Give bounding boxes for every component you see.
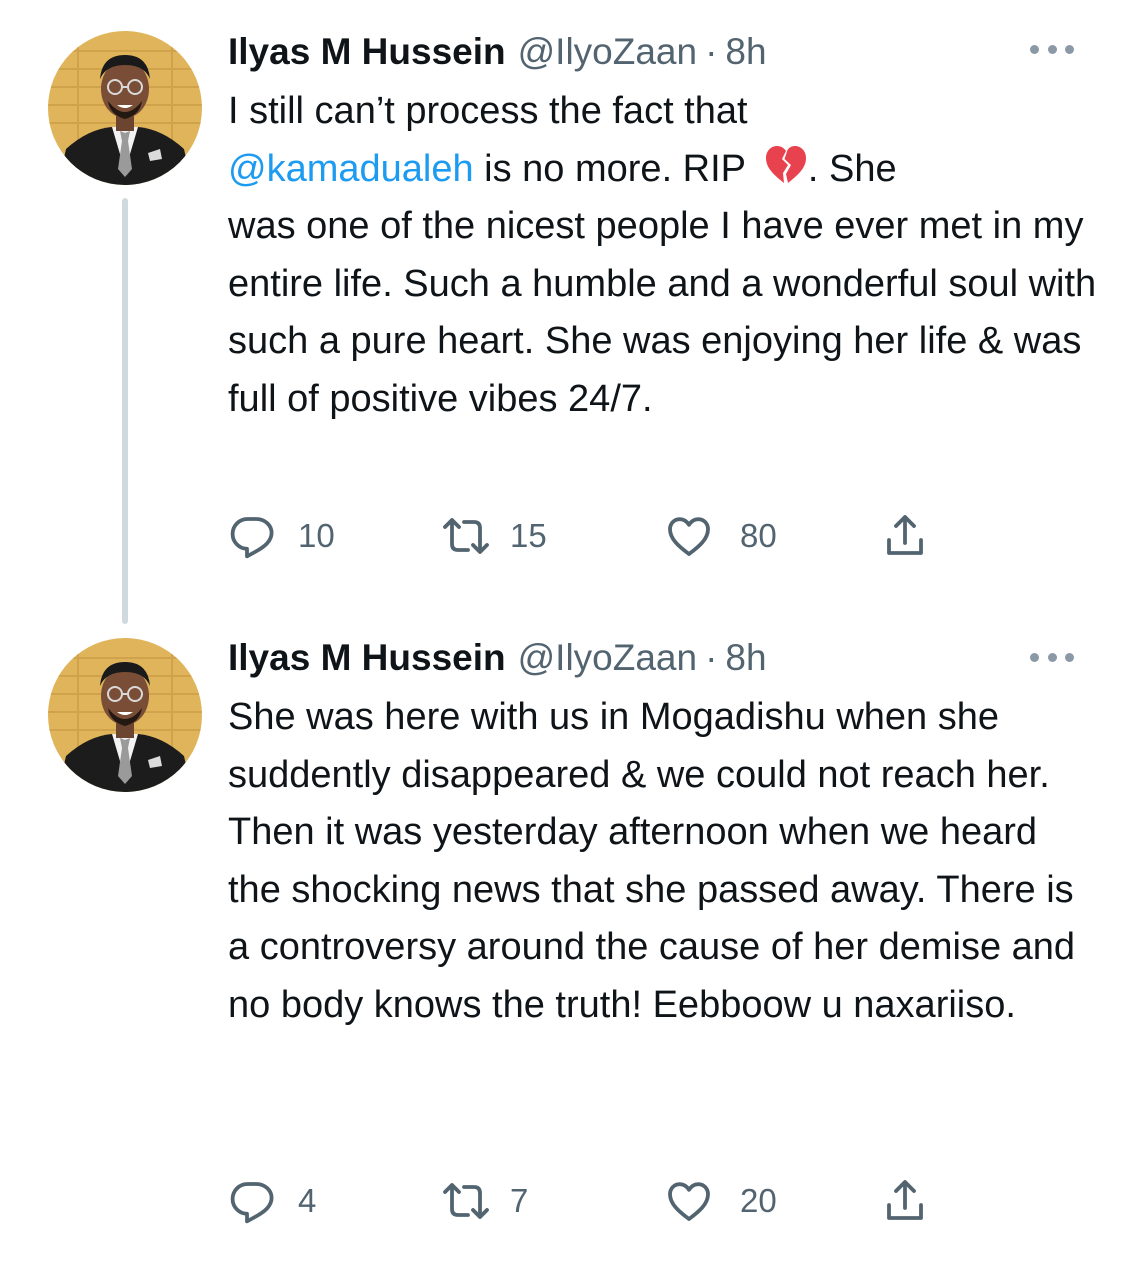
timestamp[interactable]: 8h xyxy=(725,637,766,679)
like-button[interactable]: 80 xyxy=(664,511,777,561)
like-button[interactable]: 20 xyxy=(664,1176,777,1226)
tweet-text: I still can’t process the fact that @kam… xyxy=(228,83,1098,428)
tweet-text-line-1: I still can’t process the fact that xyxy=(228,90,748,132)
separator-dot: · xyxy=(705,637,718,678)
share-button[interactable] xyxy=(880,1176,930,1226)
like-count: 20 xyxy=(740,1182,777,1219)
tweet-actions: 10 15 80 xyxy=(228,511,948,561)
retweet-button[interactable]: 7 xyxy=(440,1176,528,1226)
like-icon xyxy=(664,1177,714,1225)
tweet-text: She was here with us in Mogadishu when s… xyxy=(228,696,1076,1026)
retweet-button[interactable]: 15 xyxy=(440,511,547,561)
tweet-text-segment: is no more. RIP xyxy=(473,147,756,190)
author-handle[interactable]: @IlyoZaan xyxy=(518,31,697,73)
separator-dot: · xyxy=(705,31,718,72)
timestamp[interactable]: 8h xyxy=(725,31,766,73)
like-count: 80 xyxy=(740,517,777,554)
retweet-count: 15 xyxy=(510,517,547,554)
mention-link[interactable]: @kamadualeh xyxy=(228,148,474,190)
tweet-text-line-2: @kamadualeh is no more. RIP . She xyxy=(228,141,1098,199)
avatar[interactable] xyxy=(48,638,202,792)
tweet-text-rest: was one of the nicest people I have ever… xyxy=(228,205,1097,420)
reply-icon xyxy=(228,512,276,560)
tweet-1[interactable]: Ilyas M Hussein @IlyoZaan · 8h I still c… xyxy=(0,0,1125,624)
reply-count: 10 xyxy=(298,517,335,554)
author-handle[interactable]: @IlyoZaan xyxy=(518,637,697,679)
thread-connector-line xyxy=(122,198,128,624)
author-name[interactable]: Ilyas M Hussein xyxy=(228,637,506,679)
avatar[interactable] xyxy=(48,31,202,185)
tweet-text-segment: . She xyxy=(807,147,897,190)
broken-heart-icon xyxy=(764,143,808,187)
share-icon xyxy=(880,1177,930,1225)
reply-icon xyxy=(228,1177,276,1225)
more-icon[interactable] xyxy=(1030,647,1074,667)
tweet-header: Ilyas M Hussein @IlyoZaan · 8h xyxy=(228,636,767,680)
author-name[interactable]: Ilyas M Hussein xyxy=(228,31,506,73)
retweet-count: 7 xyxy=(510,1182,529,1219)
reply-count: 4 xyxy=(298,1182,317,1219)
reply-button[interactable]: 10 xyxy=(228,511,335,561)
retweet-icon xyxy=(440,1177,492,1225)
retweet-icon xyxy=(440,512,492,560)
reply-button[interactable]: 4 xyxy=(228,1176,316,1226)
tweet-actions: 4 7 20 xyxy=(228,1176,948,1226)
more-icon[interactable] xyxy=(1030,39,1074,59)
like-icon xyxy=(664,512,714,560)
share-button[interactable] xyxy=(880,511,930,561)
tweet-2[interactable]: Ilyas M Hussein @IlyoZaan · 8h She was h… xyxy=(0,620,1125,1279)
share-icon xyxy=(880,512,930,560)
tweet-header: Ilyas M Hussein @IlyoZaan · 8h xyxy=(228,30,767,74)
